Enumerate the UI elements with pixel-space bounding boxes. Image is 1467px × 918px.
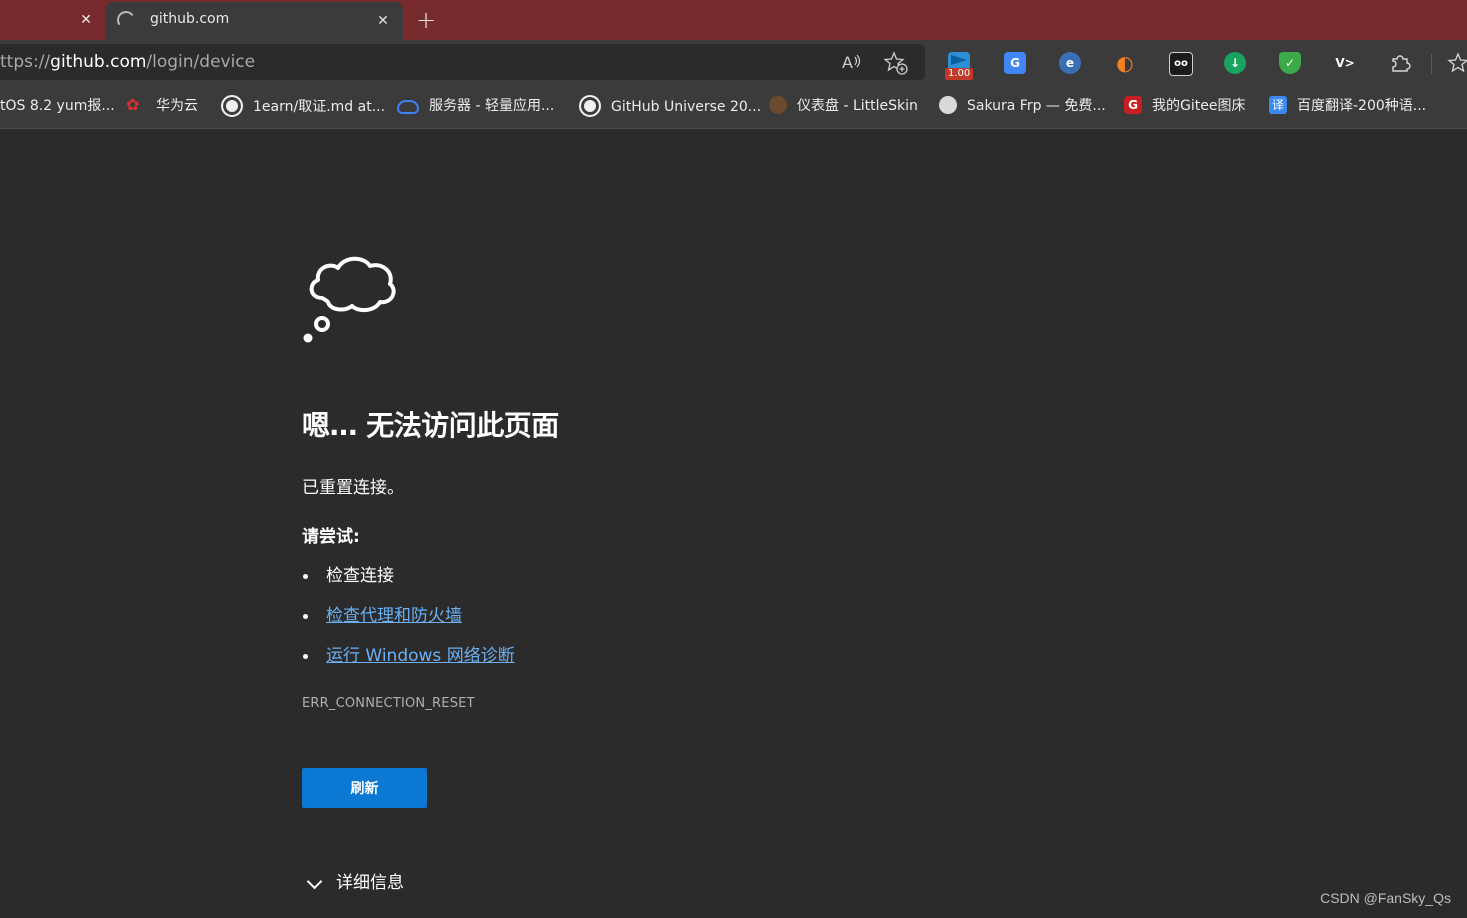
tab-github[interactable]: github.com ✕: [105, 2, 403, 40]
github-icon: [221, 95, 243, 117]
skin-icon: [769, 96, 787, 114]
bookmark-github-universe[interactable]: GitHub Universe 20...: [579, 95, 762, 117]
bookmark-label: 1earn/取证.md at...: [253, 99, 386, 115]
network-diagnostics-link[interactable]: 运行 Windows 网络诊断: [326, 646, 515, 666]
address-bar[interactable]: ttps://github.com/login/device A: [0, 44, 925, 80]
speed-badge: 1.00: [945, 68, 974, 80]
bookmark-huawei[interactable]: ✿ 华为云: [126, 96, 198, 116]
read-aloud-icon[interactable]: A: [839, 51, 863, 75]
chevron-down-icon: [306, 873, 323, 889]
sakura-icon: [939, 96, 957, 114]
vpn-extension-icon[interactable]: V>: [1334, 52, 1356, 74]
toolbar-separator: [1431, 54, 1432, 74]
details-toggle[interactable]: 详细信息: [304, 868, 404, 893]
thought-cloud-icon: [303, 256, 396, 343]
bookmark-label: 服务器 - 轻量应用...: [429, 98, 555, 114]
bookmark-label: GitHub Universe 20...: [611, 99, 762, 115]
tampermonkey-extension-icon[interactable]: oo: [1169, 52, 1193, 76]
bookmark-centos[interactable]: tOS 8.2 yum报...: [0, 96, 115, 116]
tab-title: github.com: [150, 11, 230, 27]
bookmark-baidu-fanyi[interactable]: 译百度翻译-200种语...: [1269, 96, 1426, 116]
url-path: /login/device: [146, 52, 256, 72]
ublock-extension-icon[interactable]: e: [1059, 52, 1081, 74]
check-proxy-link[interactable]: 检查代理和防火墙: [326, 606, 462, 626]
gitee-icon: G: [1124, 96, 1142, 114]
add-favorite-icon[interactable]: [883, 51, 908, 75]
bookmark-label: 仪表盘 - LittleSkin: [797, 98, 918, 114]
url-scheme: ttps://: [0, 52, 51, 72]
details-label: 详细信息: [336, 873, 404, 893]
favorites-icon[interactable]: [1447, 52, 1467, 74]
loading-spinner-icon: [115, 9, 137, 31]
try-label: 请尝试:: [302, 527, 360, 547]
suggestion-check-connection: 检查连接: [302, 563, 515, 603]
svg-text:A: A: [842, 53, 853, 72]
dark-reader-extension-icon[interactable]: ◐: [1114, 52, 1136, 74]
toolbar: ttps://github.com/login/device A 1.00 G …: [0, 40, 1467, 86]
error-subtitle: 已重置连接。: [302, 478, 404, 498]
cloud-icon: [397, 100, 419, 114]
suggestion-text: 检查连接: [326, 566, 394, 586]
new-tab-button[interactable]: +: [412, 6, 440, 34]
bookmark-gitee[interactable]: G 我的Gitee图床: [1124, 96, 1245, 116]
bookmark-label: tOS 8.2 yum报...: [0, 98, 115, 114]
close-tab-icon[interactable]: ✕: [373, 11, 393, 31]
url-text[interactable]: ttps://github.com/login/device: [0, 52, 255, 72]
bookmark-littleskin[interactable]: 仪表盘 - LittleSkin: [769, 96, 918, 116]
suggestion-check-proxy: 检查代理和防火墙: [302, 603, 515, 643]
error-code: ERR_CONNECTION_RESET: [302, 696, 475, 711]
baidu-fanyi-icon: 译: [1269, 96, 1287, 114]
bookmark-server[interactable]: 服务器 - 轻量应用...: [397, 96, 554, 116]
error-heading: 嗯… 无法访问此页面: [302, 409, 559, 442]
bookmark-label: 百度翻译-200种语...: [1297, 98, 1427, 114]
huawei-icon: ✿: [126, 95, 140, 114]
download-extension-icon[interactable]: ↓: [1224, 52, 1246, 74]
translate-extension-icon[interactable]: G: [1004, 52, 1026, 74]
bookmark-label: 华为云: [156, 98, 198, 114]
speed-extension-icon[interactable]: 1.00: [945, 52, 974, 80]
close-tab-icon[interactable]: ✕: [76, 10, 96, 30]
url-host: github.com: [50, 52, 147, 72]
refresh-button[interactable]: 刷新: [302, 768, 427, 808]
github-icon: [579, 95, 601, 117]
watermark: CSDN @FanSky_Qs: [1320, 890, 1451, 906]
bookmark-label: 我的Gitee图床: [1152, 98, 1246, 114]
bookmark-sakura-frp[interactable]: Sakura Frp — 免费...: [939, 96, 1106, 116]
bookmark-1earn[interactable]: 1earn/取证.md at...: [221, 95, 386, 117]
bookmark-label: Sakura Frp — 免费...: [967, 98, 1106, 114]
suggestion-network-diagnostics: 运行 Windows 网络诊断: [302, 643, 515, 683]
suggestion-list: 检查连接 检查代理和防火墙 运行 Windows 网络诊断: [302, 563, 515, 683]
bookmarks-bar: tOS 8.2 yum报... ✿ 华为云 1earn/取证.md at... 服…: [0, 86, 1467, 129]
shield-extension-icon[interactable]: ✓: [1279, 52, 1301, 74]
tab-strip: ✕ github.com ✕ +: [0, 0, 1467, 40]
extensions-puzzle-icon[interactable]: [1389, 52, 1411, 74]
